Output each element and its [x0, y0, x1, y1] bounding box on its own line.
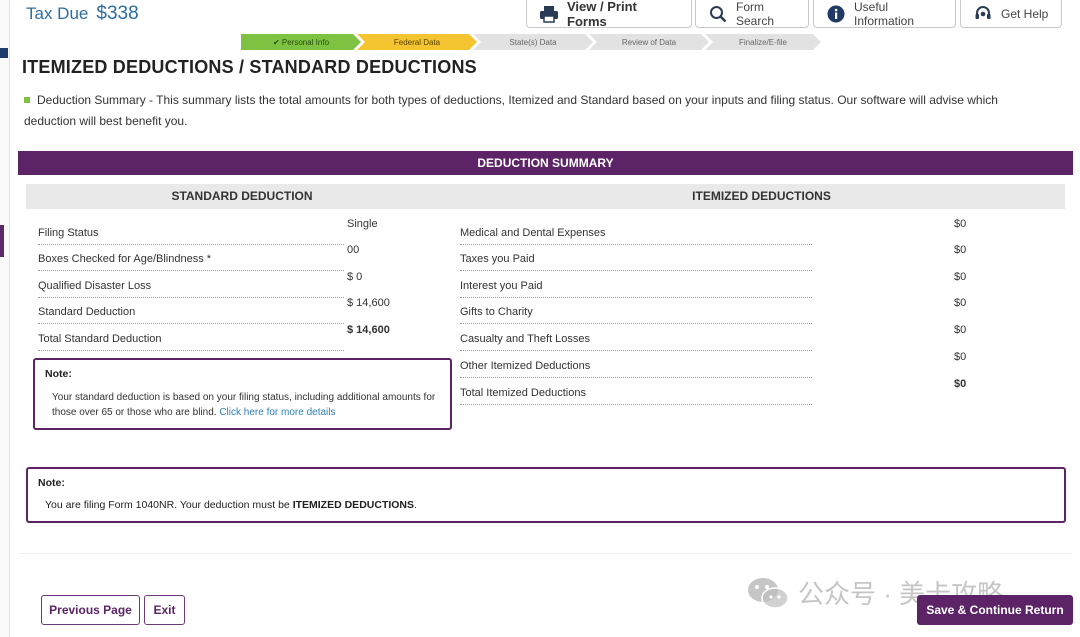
get-help-button[interactable]: Get Help — [960, 0, 1062, 28]
view-print-forms-button[interactable]: View / Print Forms — [526, 0, 692, 29]
divider — [20, 553, 1072, 554]
note-body-suffix: . — [414, 499, 417, 511]
filing-form-note: Note: You are filing Form 1040NR. Your d… — [26, 467, 1066, 523]
itm-row-label: Taxes you Paid — [460, 247, 812, 271]
step-finalize-efile[interactable]: Finalize/E-file — [705, 34, 821, 50]
itm-row-label: Casualty and Theft Losses — [460, 327, 812, 351]
note-title: Note: — [45, 368, 72, 380]
tax-due-label: Tax Due — [26, 4, 89, 23]
useful-information-button[interactable]: Useful Information — [813, 0, 956, 28]
itm-row-label: Interest you Paid — [460, 274, 812, 298]
progress-steps: ✔ Personal Info Federal Data State(s) Da… — [241, 34, 817, 50]
note-title: Note: — [38, 477, 65, 489]
wechat-icon — [748, 577, 789, 609]
itm-row-label: Gifts to Charity — [460, 300, 812, 324]
page-title: ITEMIZED DEDUCTIONS / STANDARD DEDUCTION… — [22, 57, 477, 77]
std-row-value: 00 — [347, 244, 360, 256]
rail-active-marker — [0, 225, 4, 257]
search-icon — [708, 4, 728, 24]
left-rail — [0, 0, 10, 637]
intro-body: Deduction Summary - This summary lists t… — [24, 93, 998, 128]
tax-due: Tax Due $338 — [26, 3, 139, 25]
get-help-label: Get Help — [1001, 6, 1049, 21]
itm-row-value: $0 — [954, 297, 967, 309]
std-row-label: Filing Status — [38, 221, 344, 245]
std-row-value: $ 0 — [347, 271, 363, 283]
itemized-deductions-heading: ITEMIZED DEDUCTIONS — [458, 184, 1065, 209]
standard-deduction-heading: STANDARD DEDUCTION — [26, 184, 458, 209]
itm-row-value: $0 — [954, 351, 967, 363]
more-details-link[interactable]: Click here for more details — [219, 407, 335, 418]
std-row-label: Standard Deduction — [38, 300, 344, 324]
std-row-label: Boxes Checked for Age/Blindness * — [38, 247, 344, 271]
step-review-of-data[interactable]: Review of Data — [589, 34, 709, 50]
std-total-label: Total Standard Deduction — [38, 327, 344, 351]
tax-due-amount: $338 — [96, 3, 139, 24]
itm-row-value: $0 — [954, 218, 967, 230]
note-body-emphasis: ITEMIZED DEDUCTIONS — [292, 499, 415, 511]
deduction-summary-header: DEDUCTION SUMMARY — [18, 151, 1073, 175]
standard-deduction-note: Note: Your standard deduction is based o… — [33, 358, 452, 430]
std-row-value: Single — [347, 218, 378, 230]
form-search-button[interactable]: Form Search — [695, 0, 809, 28]
std-total-value: $ 14,600 — [347, 324, 390, 336]
std-row-label: Qualified Disaster Loss — [38, 274, 344, 298]
exit-button[interactable]: Exit — [144, 595, 185, 625]
form-search-label: Form Search — [736, 0, 775, 28]
rail-marker — [0, 48, 8, 58]
itm-row-value: $0 — [954, 271, 967, 283]
step-federal-data[interactable]: Federal Data — [357, 34, 477, 50]
intro-text: Deduction Summary - This summary lists t… — [24, 90, 1034, 132]
itm-row-value: $0 — [954, 244, 967, 256]
std-row-value: $ 14,600 — [347, 297, 390, 309]
itm-total-value: $0 — [954, 378, 967, 390]
view-print-forms-label: View / Print Forms — [567, 0, 637, 29]
itm-row-value: $0 — [954, 324, 967, 336]
useful-information-label: Useful Information — [854, 0, 915, 28]
note-body: You are filing Form 1040NR. Your deducti… — [38, 499, 1054, 511]
step-personal-info[interactable]: ✔ Personal Info — [241, 34, 361, 50]
itm-row-label: Other Itemized Deductions — [460, 354, 812, 378]
printer-icon — [539, 4, 559, 24]
note-body: Your standard deduction is based on your… — [45, 390, 440, 420]
headset-icon — [973, 4, 993, 24]
previous-page-button[interactable]: Previous Page — [41, 595, 140, 625]
info-icon — [826, 4, 846, 24]
itm-row-label: Medical and Dental Expenses — [460, 221, 812, 245]
save-continue-button[interactable]: Save & Continue Return — [917, 595, 1073, 625]
itm-total-label: Total Itemized Deductions — [460, 381, 812, 405]
step-state-data[interactable]: State(s) Data — [473, 34, 593, 50]
note-body-text: You are filing Form 1040NR. Your deducti… — [45, 499, 293, 511]
bullet-icon — [24, 96, 30, 103]
